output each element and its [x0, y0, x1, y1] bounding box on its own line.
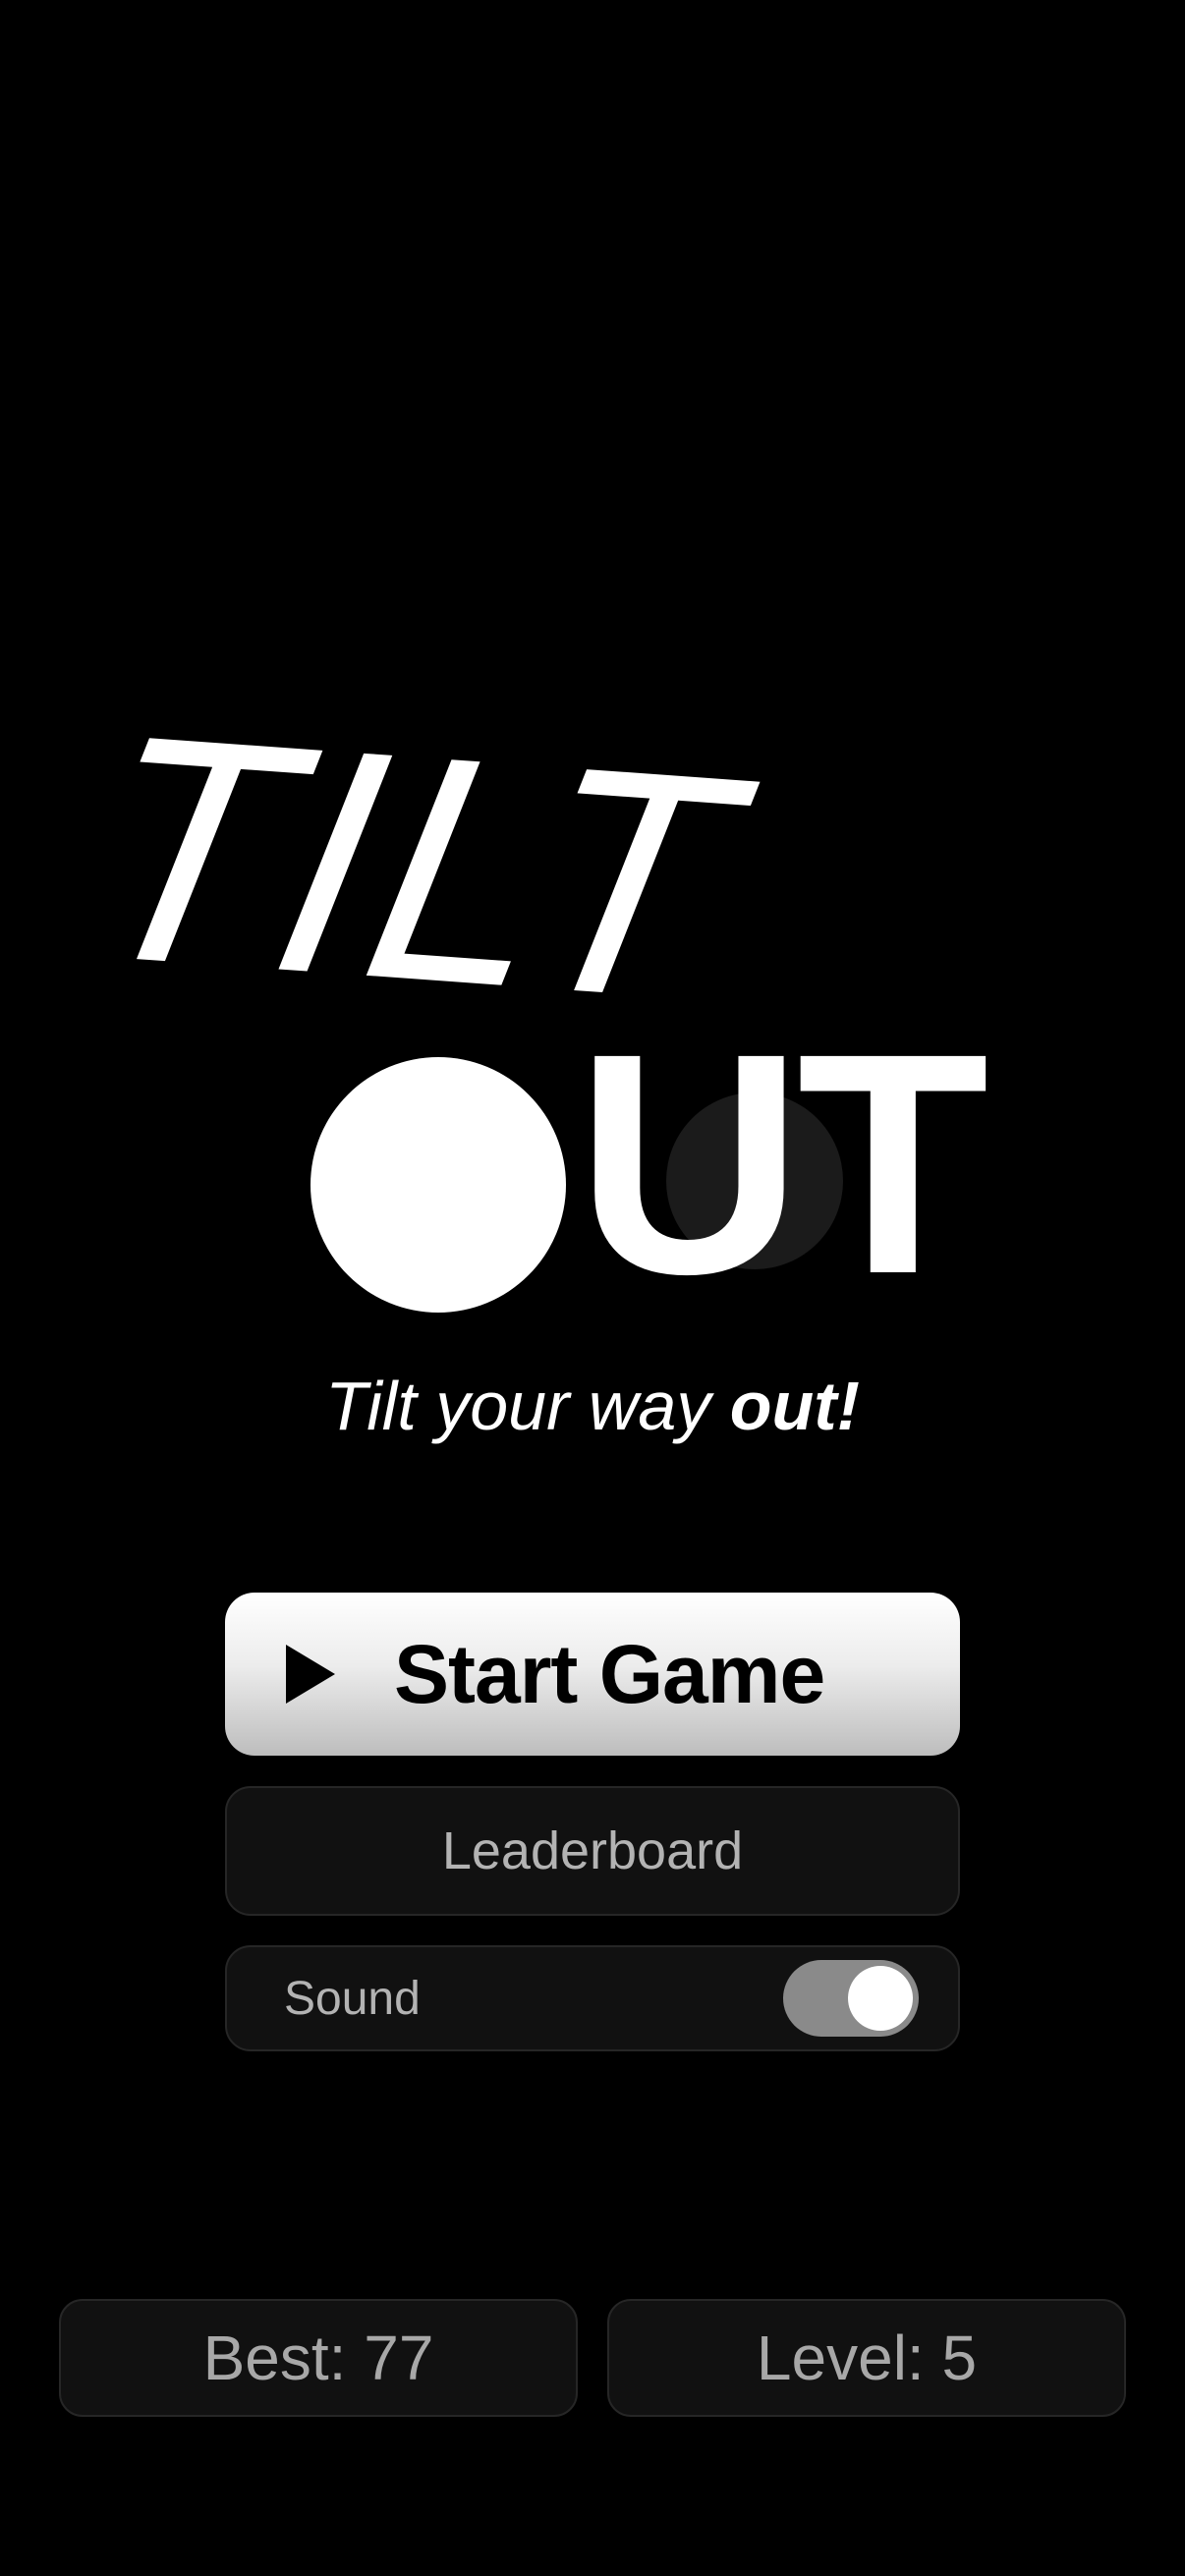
tagline-bold: out!	[729, 1368, 860, 1444]
leaderboard-label: Leaderboard	[441, 1821, 744, 1880]
level-value: Level: 5	[756, 2323, 978, 2393]
ball-icon	[310, 1057, 566, 1313]
start-game-label: Start Game	[394, 1627, 825, 1720]
title-screen: TILT UT Tilt your way out! Start Game Le…	[0, 0, 1185, 2576]
start-game-button[interactable]: Start Game	[225, 1593, 960, 1756]
sound-label: Sound	[284, 1972, 421, 2025]
toggle-knob	[848, 1966, 913, 2031]
game-logo: TILT UT	[0, 0, 1185, 1375]
sound-setting: Sound	[225, 1945, 960, 2051]
tagline-regular: Tilt your way	[325, 1368, 730, 1444]
level-panel: Level: 5	[607, 2299, 1126, 2417]
logo-letters-ut: UT	[576, 987, 989, 1339]
leaderboard-button[interactable]: Leaderboard	[225, 1786, 960, 1916]
logo-word-out: UT	[310, 1006, 1018, 1320]
tagline: Tilt your way out!	[0, 1372, 1185, 1440]
sound-toggle[interactable]	[783, 1960, 919, 2037]
play-icon	[286, 1645, 335, 1704]
best-score: Best: 77	[202, 2323, 434, 2393]
best-score-panel: Best: 77	[59, 2299, 578, 2417]
